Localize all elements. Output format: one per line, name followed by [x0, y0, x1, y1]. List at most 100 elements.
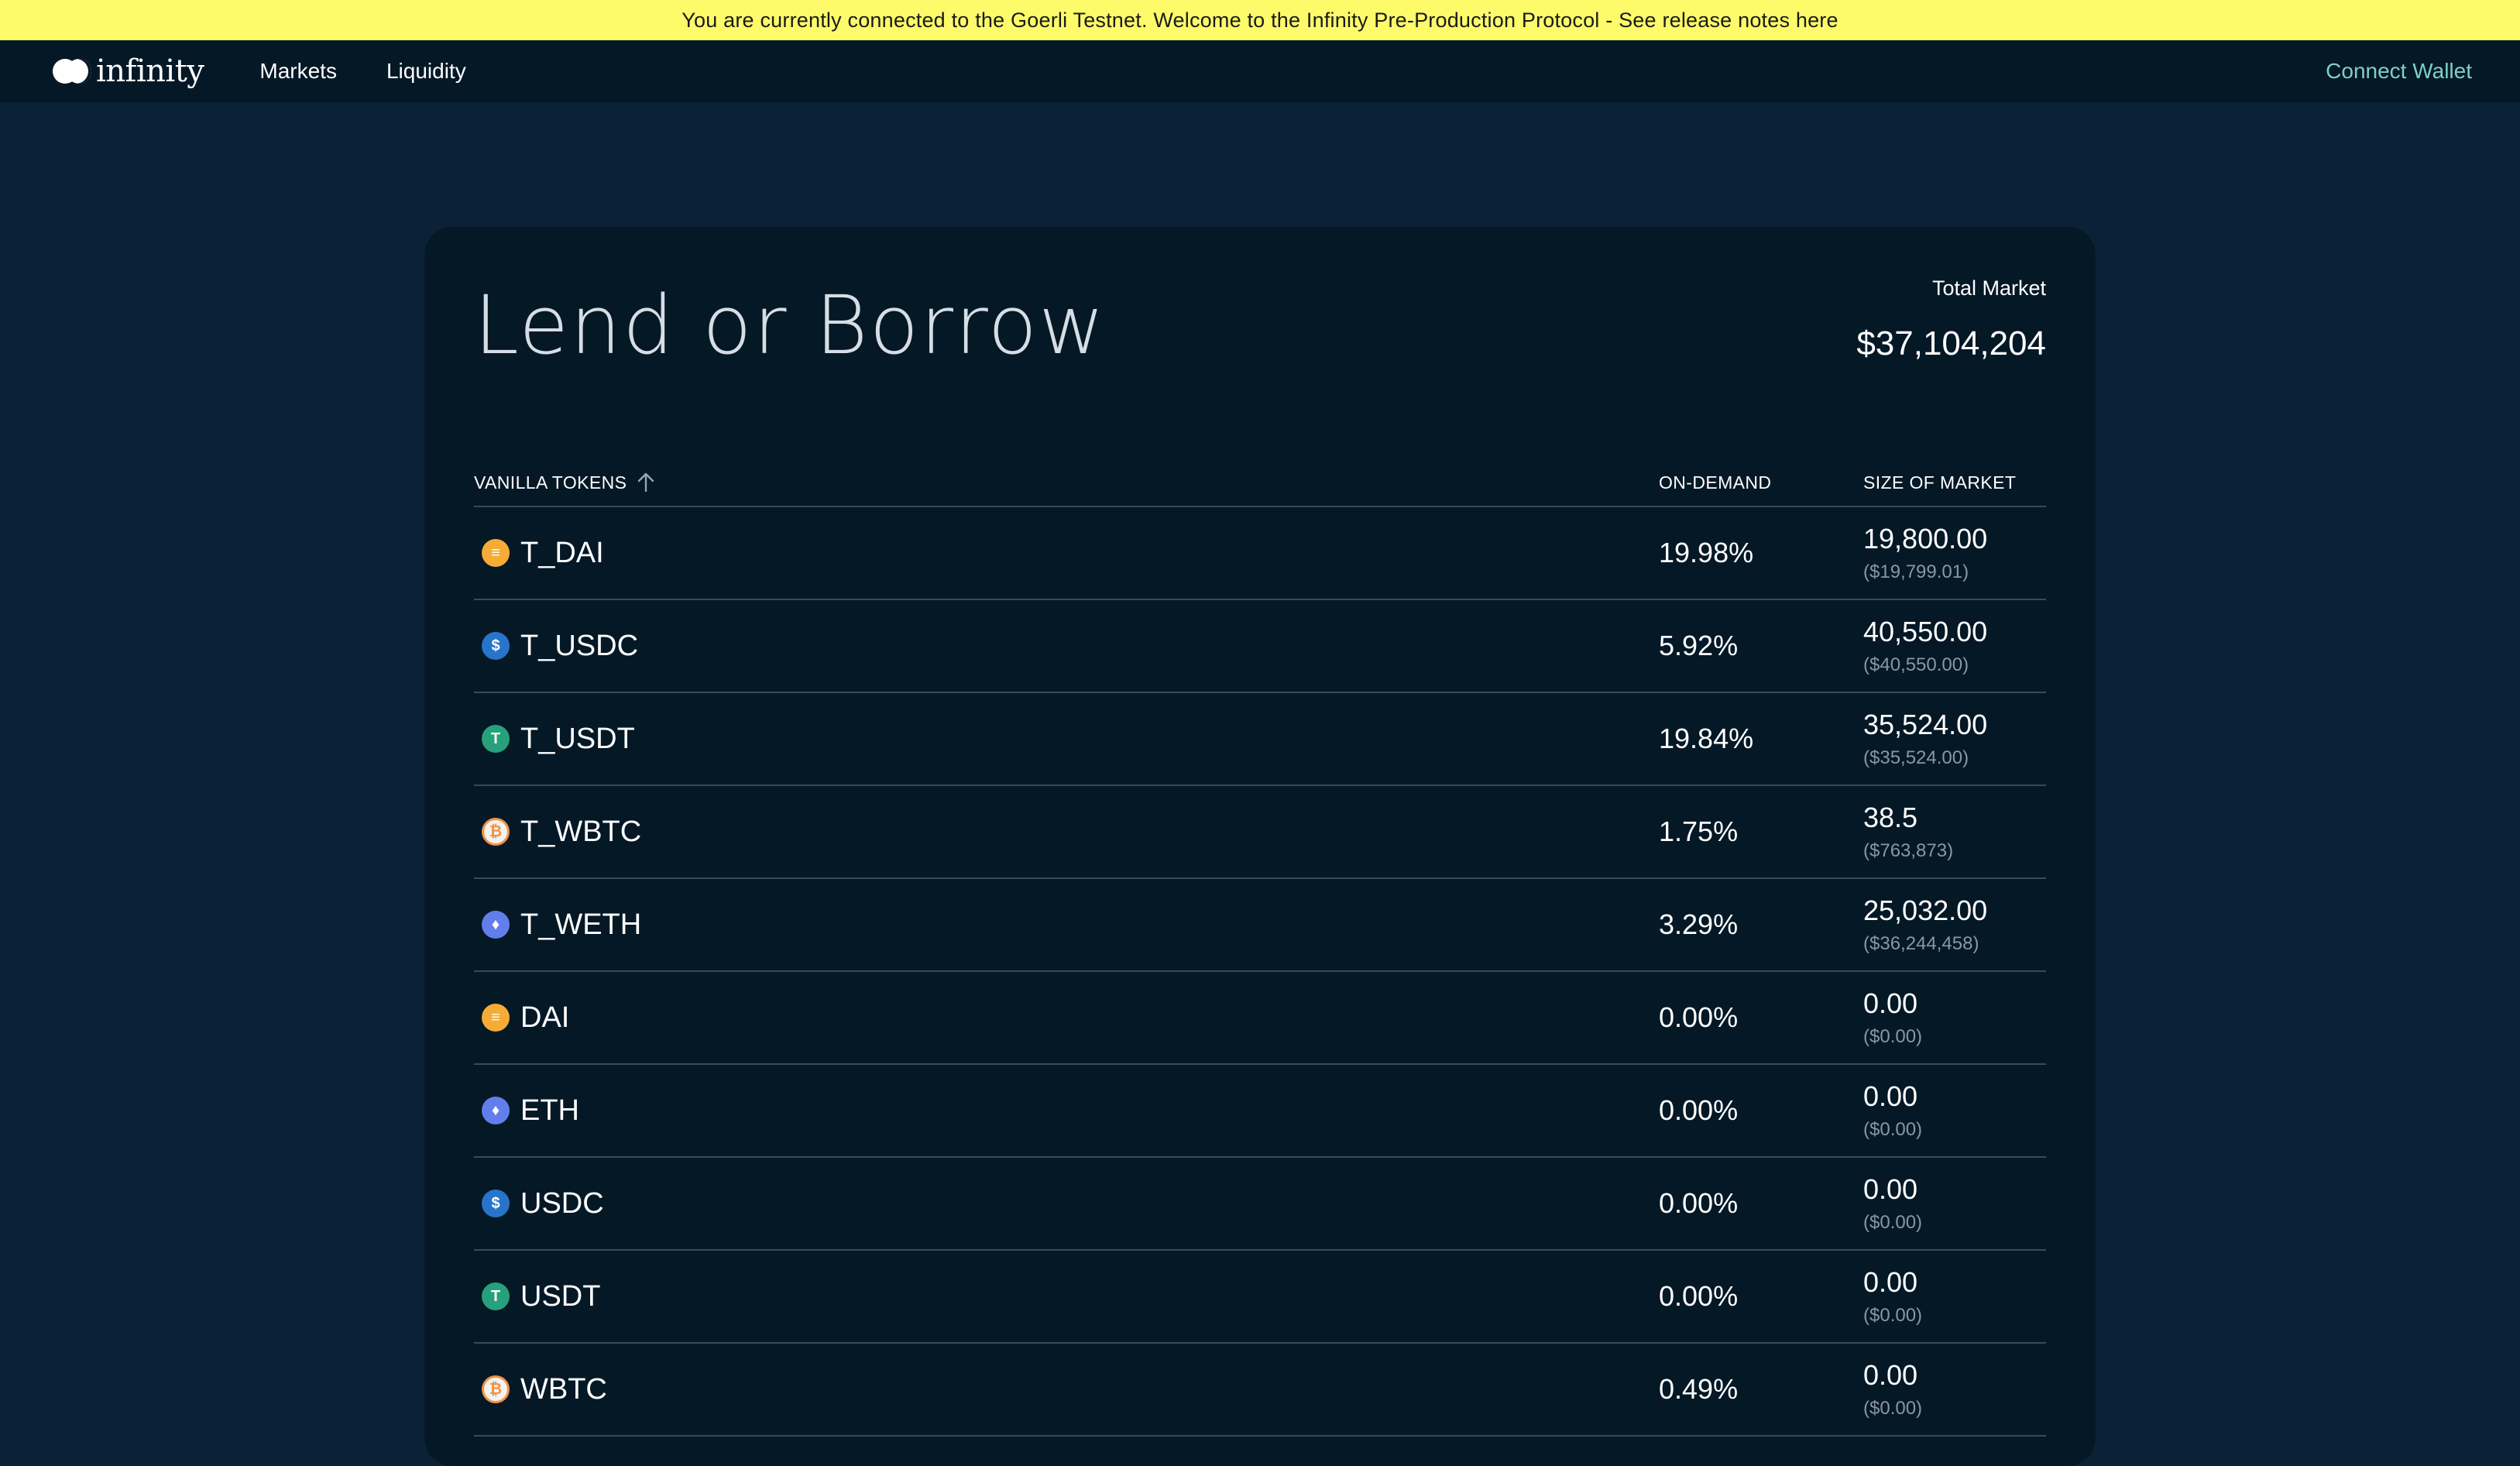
- market-size-amount: 19,800.00: [1863, 523, 1988, 554]
- page-title: Lend or Borrow: [474, 278, 1107, 373]
- market-size-usd: ($763,873): [1863, 840, 1954, 861]
- header-vanilla-tokens[interactable]: VANILLA TOKENS: [474, 472, 1659, 493]
- banner-text[interactable]: You are currently connected to the Goerl…: [681, 9, 1838, 33]
- token-table-body: ≡ T_DAI 19.98% 19,800.00 ($19,799.01) $ T_USDC…: [474, 507, 2046, 1437]
- market-size-usd: ($0.00): [1863, 1026, 1923, 1047]
- market-size-usd: ($0.00): [1863, 1119, 1923, 1140]
- size-of-market-cell: 25,032.00 ($36,244,458): [1863, 894, 2046, 955]
- table-row[interactable]: ♦ T_WETH 3.29% 25,032.00 ($36,244,458): [474, 879, 2046, 972]
- market-size-usd: ($0.00): [1863, 1398, 1923, 1419]
- market-size-amount: 25,032.00: [1863, 894, 1988, 926]
- table-row[interactable]: $ T_USDC 5.92% 40,550.00 ($40,550.00): [474, 600, 2046, 693]
- eth-coin-icon: ♦: [482, 1097, 510, 1124]
- size-of-market-cell: 0.00 ($0.00): [1863, 1359, 2046, 1420]
- top-navbar: infinity Markets Liquidity Connect Walle…: [0, 40, 2520, 102]
- token-name: DAI: [520, 1001, 570, 1034]
- infinity-logo[interactable]: infinity: [53, 53, 204, 89]
- total-market-label: Total Market: [1931, 276, 2046, 300]
- size-of-market-cell: 40,550.00 ($40,550.00): [1863, 616, 2046, 676]
- on-demand-rate: 0.00%: [1659, 1094, 1739, 1126]
- size-of-market-cell: 38.5 ($763,873): [1863, 802, 2046, 862]
- on-demand-rate: 0.49%: [1659, 1373, 1739, 1405]
- market-size-amount: 0.00: [1863, 1080, 1918, 1112]
- token-cell: ₿ WBTC: [474, 1373, 1659, 1406]
- token-name: T_USDC: [520, 629, 639, 662]
- usdt-coin-icon: T: [482, 1282, 510, 1310]
- table-row[interactable]: $ USDC 0.00% 0.00 ($0.00): [474, 1158, 2046, 1251]
- market-size-usd: ($0.00): [1863, 1305, 1923, 1326]
- token-cell: T T_USDT: [474, 723, 1659, 756]
- size-of-market-cell: 19,800.00 ($19,799.01): [1863, 523, 2046, 583]
- token-name: T_WBTC: [520, 815, 642, 848]
- market-size-amount: 0.00: [1863, 1359, 1918, 1391]
- token-name: WBTC: [520, 1372, 607, 1406]
- size-of-market-cell: 0.00 ($0.00): [1863, 987, 2046, 1048]
- market-size-usd: ($0.00): [1863, 1212, 1923, 1233]
- on-demand-rate: 19.84%: [1659, 723, 1754, 754]
- market-size-amount: 0.00: [1863, 987, 1918, 1019]
- table-row[interactable]: ≡ T_DAI 19.98% 19,800.00 ($19,799.01): [474, 507, 2046, 600]
- header-on-demand[interactable]: ON-DEMAND: [1659, 472, 1863, 493]
- token-name: USDT: [520, 1279, 601, 1313]
- on-demand-rate: 5.92%: [1659, 630, 1739, 661]
- eth-coin-icon: ♦: [482, 911, 510, 939]
- market-size-amount: 0.00: [1863, 1173, 1918, 1205]
- on-demand-rate: 19.98%: [1659, 537, 1754, 568]
- market-size-amount: 0.00: [1863, 1266, 1918, 1298]
- on-demand-rate: 1.75%: [1659, 815, 1739, 847]
- token-cell: T USDT: [474, 1280, 1659, 1313]
- usdc-coin-icon: $: [482, 632, 510, 660]
- size-of-market-cell: 0.00 ($0.00): [1863, 1266, 2046, 1327]
- nav-link-markets[interactable]: Markets: [259, 59, 337, 84]
- connect-wallet-button[interactable]: Connect Wallet: [2326, 59, 2472, 84]
- token-name: T_DAI: [520, 536, 604, 569]
- markets-panel: Lend or Borrow Total Market $37,104,204 …: [424, 227, 2096, 1466]
- usdc-coin-icon: $: [482, 1190, 510, 1217]
- token-cell: ≡ DAI: [474, 1001, 1659, 1035]
- market-size-amount: 40,550.00: [1863, 616, 1988, 647]
- market-size-usd: ($35,524.00): [1863, 747, 1969, 768]
- token-cell: $ USDC: [474, 1187, 1659, 1221]
- table-header: VANILLA TOKENS ON-DEMAND SIZE OF MARKET: [474, 467, 2046, 507]
- token-name: ETH: [520, 1093, 579, 1127]
- on-demand-rate: 0.00%: [1659, 1001, 1739, 1033]
- token-cell: $ T_USDC: [474, 630, 1659, 663]
- token-name: T_WETH: [520, 908, 642, 941]
- panel-header: Lend or Borrow Total Market $37,104,204: [474, 227, 2046, 467]
- header-size-of-market[interactable]: SIZE OF MARKET: [1863, 472, 2046, 493]
- token-cell: ≡ T_DAI: [474, 537, 1659, 570]
- wbtc-coin-icon: ₿: [482, 1375, 510, 1403]
- market-size-usd: ($40,550.00): [1863, 654, 1969, 675]
- wbtc-coin-icon: ₿: [482, 818, 510, 846]
- table-row[interactable]: ♦ ETH 0.00% 0.00 ($0.00): [474, 1065, 2046, 1158]
- testnet-banner[interactable]: You are currently connected to the Goerl…: [0, 0, 2520, 40]
- sort-ascending-icon[interactable]: [637, 472, 654, 493]
- table-row[interactable]: ₿ WBTC 0.49% 0.00 ($0.00): [474, 1344, 2046, 1437]
- infinity-logo-icon: [53, 56, 93, 87]
- size-of-market-cell: 0.00 ($0.00): [1863, 1080, 2046, 1141]
- on-demand-rate: 0.00%: [1659, 1280, 1739, 1312]
- table-row[interactable]: ≡ DAI 0.00% 0.00 ($0.00): [474, 972, 2046, 1065]
- table-row[interactable]: ₿ T_WBTC 1.75% 38.5 ($763,873): [474, 786, 2046, 879]
- header-vanilla-tokens-label: VANILLA TOKENS: [474, 472, 627, 493]
- token-name: USDC: [520, 1186, 604, 1220]
- on-demand-rate: 3.29%: [1659, 908, 1739, 940]
- dai-coin-icon: ≡: [482, 1004, 510, 1032]
- market-size-usd: ($36,244,458): [1863, 933, 1979, 954]
- market-size-usd: ($19,799.01): [1863, 561, 1969, 582]
- token-cell: ₿ T_WBTC: [474, 815, 1659, 849]
- on-demand-rate: 0.00%: [1659, 1187, 1739, 1219]
- market-size-amount: 35,524.00: [1863, 709, 1988, 740]
- table-row[interactable]: T T_USDT 19.84% 35,524.00 ($35,524.00): [474, 693, 2046, 786]
- token-cell: ♦ ETH: [474, 1094, 1659, 1128]
- market-size-amount: 38.5: [1863, 802, 1918, 833]
- total-market-value: $37,104,204: [1856, 324, 2046, 362]
- token-name: T_USDT: [520, 722, 635, 755]
- logo-text: infinity: [96, 53, 204, 89]
- dai-coin-icon: ≡: [482, 539, 510, 567]
- usdt-coin-icon: T: [482, 725, 510, 753]
- size-of-market-cell: 0.00 ($0.00): [1863, 1173, 2046, 1234]
- nav-link-liquidity[interactable]: Liquidity: [386, 59, 466, 84]
- table-row[interactable]: T USDT 0.00% 0.00 ($0.00): [474, 1251, 2046, 1344]
- size-of-market-cell: 35,524.00 ($35,524.00): [1863, 709, 2046, 769]
